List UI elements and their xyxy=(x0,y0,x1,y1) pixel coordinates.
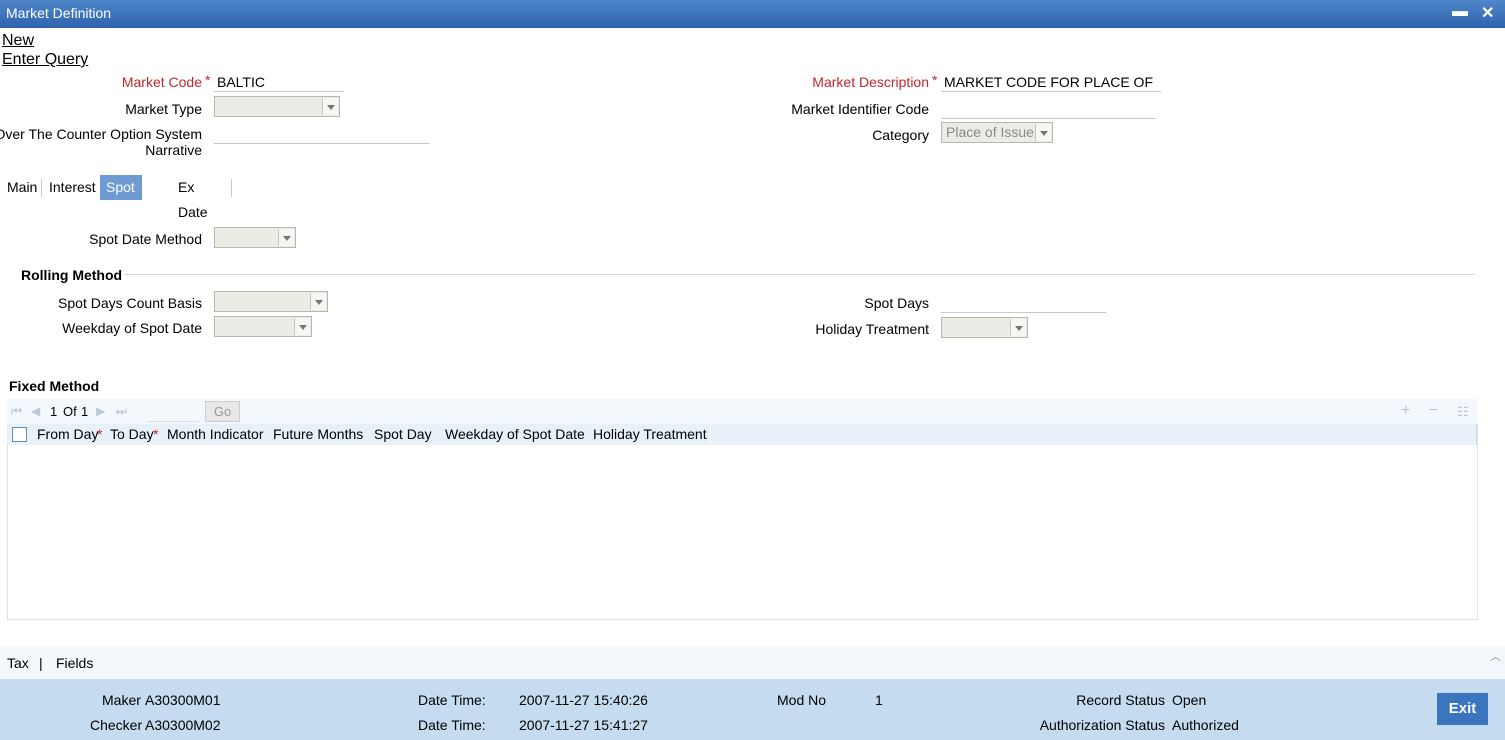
page-current: 1 xyxy=(50,404,58,419)
go-button[interactable]: Go xyxy=(205,401,240,422)
chevron-down-icon xyxy=(294,318,310,335)
maker-datetime-value: 2007-11-27 15:40:26 xyxy=(519,692,648,708)
spot-date-method-select[interactable] xyxy=(214,227,296,248)
new-link[interactable]: New xyxy=(2,32,34,50)
market-code-input[interactable] xyxy=(214,72,344,92)
checker-label: Checker xyxy=(90,717,143,733)
grid-body xyxy=(7,445,1478,620)
spot-days-count-basis-select[interactable] xyxy=(214,291,328,312)
first-page-icon[interactable]: ⏮ xyxy=(11,404,22,419)
authorization-status-value: Authorized xyxy=(1172,717,1239,733)
grid-scrollbar[interactable] xyxy=(1476,424,1478,445)
tab-divider xyxy=(231,179,232,197)
rolling-method-title: Rolling Method xyxy=(21,267,123,283)
checker-datetime-label: Date Time: xyxy=(418,717,486,733)
weekday-of-spot-date-label: Weekday of Spot Date xyxy=(62,320,202,336)
page-number-input[interactable] xyxy=(147,402,199,422)
spot-date-method-label: Spot Date Method xyxy=(89,231,202,247)
market-identifier-code-label: Market Identifier Code xyxy=(791,101,929,117)
view-details-icon[interactable]: ☷ xyxy=(1457,404,1469,420)
market-type-label: Market Type xyxy=(125,101,202,117)
required-mark: * xyxy=(97,426,103,442)
market-identifier-code-input[interactable] xyxy=(941,99,1156,119)
checker-value: A30300M02 xyxy=(145,717,221,733)
chevron-down-icon xyxy=(310,293,326,310)
market-description-label: Market Description xyxy=(812,74,929,90)
weekday-of-spot-date-select[interactable] xyxy=(214,316,312,337)
otc-narrative-input[interactable] xyxy=(214,124,429,144)
enter-query-link[interactable]: Enter Query xyxy=(2,51,88,69)
holiday-treatment-select[interactable] xyxy=(941,317,1028,338)
category-select[interactable]: Place of Issue xyxy=(941,122,1053,143)
required-mark: * xyxy=(205,72,211,88)
divider xyxy=(125,274,1475,275)
required-mark: * xyxy=(932,72,938,88)
close-icon[interactable]: ✕ xyxy=(1481,3,1494,23)
market-description-input[interactable] xyxy=(941,72,1161,92)
category-label: Category xyxy=(872,127,929,143)
audit-footer: Maker A30300M01 Checker A30300M02 Date T… xyxy=(0,679,1505,740)
category-selected-value: Place of Issue xyxy=(946,124,1034,140)
minimize-icon[interactable]: ▬ xyxy=(1452,3,1468,21)
mod-no-label: Mod No xyxy=(777,692,827,708)
tab-interest[interactable]: Interest xyxy=(43,175,102,200)
tab-spot-date[interactable]: Spot Date xyxy=(100,175,142,220)
page-total: 1 xyxy=(81,404,89,419)
last-page-icon[interactable]: ⏭ xyxy=(116,404,127,419)
page-of: Of xyxy=(63,404,77,419)
grid-header: From Day * To Day * Month Indicator Futu… xyxy=(7,424,1478,445)
spot-days-label: Spot Days xyxy=(864,295,929,311)
chevron-down-icon xyxy=(278,229,294,246)
spot-days-input[interactable] xyxy=(941,293,1106,313)
maker-label: Maker xyxy=(102,692,141,708)
required-mark: * xyxy=(153,426,159,442)
exit-button[interactable]: Exit xyxy=(1437,693,1488,725)
add-row-icon[interactable]: + xyxy=(1401,402,1410,420)
tax-link[interactable]: Tax xyxy=(7,655,29,671)
column-from-day[interactable]: From Day xyxy=(37,426,98,442)
collapse-up-icon[interactable]: ︿ xyxy=(1490,648,1501,664)
holiday-treatment-label: Holiday Treatment xyxy=(815,321,929,337)
otc-narrative-label-line2: Narrative xyxy=(145,142,202,158)
column-weekday-of-spot-date[interactable]: Weekday of Spot Date xyxy=(445,426,585,442)
column-to-day[interactable]: To Day xyxy=(110,426,154,442)
delete-row-icon[interactable]: − xyxy=(1429,402,1438,420)
maker-datetime-label: Date Time: xyxy=(418,692,486,708)
maker-value: A30300M01 xyxy=(145,692,221,708)
chevron-down-icon xyxy=(322,98,338,115)
record-status-label: Record Status xyxy=(1076,692,1165,708)
column-spot-day[interactable]: Spot Day xyxy=(374,426,432,442)
chevron-down-icon xyxy=(1035,124,1051,141)
checker-datetime-value: 2007-11-27 15:41:27 xyxy=(519,717,648,733)
mod-no-value: 1 xyxy=(875,692,883,708)
authorization-status-label: Authorization Status xyxy=(1039,717,1165,733)
tab-divider xyxy=(41,179,42,197)
record-status-value: Open xyxy=(1172,692,1207,708)
bottom-link-bar: Tax | Fields ︿ xyxy=(0,646,1505,679)
spot-days-count-basis-label: Spot Days Count Basis xyxy=(58,295,202,311)
select-all-checkbox[interactable] xyxy=(12,427,27,442)
market-type-select[interactable] xyxy=(214,96,340,117)
column-month-indicator[interactable]: Month Indicator xyxy=(167,426,264,442)
grid-toolbar: ⏮ ◀ 1 Of 1 ▶ ⏭ Go + − ☷ xyxy=(7,399,1478,424)
fields-link[interactable]: Fields xyxy=(56,655,93,671)
chevron-down-icon xyxy=(1010,319,1026,336)
link-separator: | xyxy=(39,655,43,671)
otc-narrative-label-line1: Over The Counter Option System xyxy=(0,126,202,142)
window-titlebar: Market Definition ▬ ✕ xyxy=(0,0,1505,28)
market-code-label: Market Code xyxy=(121,74,202,90)
window-title: Market Definition xyxy=(6,5,112,21)
column-divider xyxy=(710,424,711,445)
tab-ex-date[interactable]: Ex Date xyxy=(172,175,214,220)
next-page-icon[interactable]: ▶ xyxy=(96,404,105,418)
previous-page-icon[interactable]: ◀ xyxy=(31,404,40,418)
column-holiday-treatment[interactable]: Holiday Treatment xyxy=(593,426,707,442)
column-future-months[interactable]: Future Months xyxy=(273,426,363,442)
fixed-method-title: Fixed Method xyxy=(9,378,100,394)
tab-main[interactable]: Main xyxy=(1,175,43,200)
